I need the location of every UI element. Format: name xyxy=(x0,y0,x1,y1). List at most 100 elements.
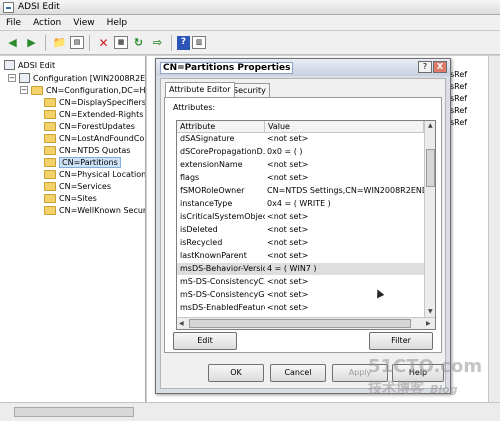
table-row-selected[interactable]: msDS-Behavior-Version 4 = ( WIN7 ) xyxy=(177,263,424,275)
scrollbar-thumb[interactable] xyxy=(189,319,411,328)
table-row[interactable]: isCriticalSystemObject <not set> xyxy=(177,211,424,223)
table-row[interactable]: dSASignature <not set> xyxy=(177,133,424,145)
table-row[interactable]: isRecycled <not set> xyxy=(177,237,424,249)
tree-item-label: CN=Partitions xyxy=(59,156,121,168)
collapse-icon[interactable]: − xyxy=(8,74,16,82)
horizontal-scrollbar[interactable] xyxy=(0,402,500,421)
edit-button[interactable]: Edit xyxy=(173,332,237,350)
folder-icon xyxy=(44,145,56,155)
attribute-name: fSMORoleOwner xyxy=(180,186,245,195)
attributes-header: Attribute Value xyxy=(177,121,424,133)
tree-item-displayspecifiers[interactable]: CN=DisplaySpecifiers xyxy=(44,96,146,108)
menu-view[interactable]: View xyxy=(67,18,100,28)
folder-icon xyxy=(44,109,56,119)
list-item[interactable]: sRef xyxy=(450,70,467,79)
collapse-icon[interactable]: − xyxy=(20,86,28,94)
scroll-left-icon[interactable]: ◀ xyxy=(179,320,184,327)
tree-config[interactable]: − Configuration [WIN2008R2END xyxy=(8,72,146,84)
dialog-close-button[interactable]: X xyxy=(433,61,447,73)
folder-icon xyxy=(44,181,56,191)
attribute-name: flags xyxy=(180,173,200,182)
tree-item-extended-rights[interactable]: CN=Extended-Rights xyxy=(44,108,143,120)
tree-item-label: CN=ForestUpdates xyxy=(59,121,135,131)
table-row[interactable]: dSCorePropagationD... 0x0 = ( ) xyxy=(177,146,424,158)
attribute-name: isRecycled xyxy=(180,238,223,247)
tab-attribute-editor[interactable]: Attribute Editor xyxy=(165,82,235,97)
scrollbar-thumb[interactable] xyxy=(14,407,134,417)
table-row[interactable]: msDS-EnabledFeature <not set> xyxy=(177,302,424,314)
table-row[interactable]: isDeleted <not set> xyxy=(177,224,424,236)
table-row[interactable]: lastKnownParent <not set> xyxy=(177,250,424,262)
scroll-right-icon[interactable]: ▶ xyxy=(426,320,431,327)
table-row[interactable]: instanceType 0x4 = ( WRITE ) xyxy=(177,198,424,210)
forward-arrow-icon[interactable]: ▶ xyxy=(23,34,40,51)
properties-dialog: CN=Partitions Properties ? X Attribute E… xyxy=(155,58,451,394)
scroll-up-icon[interactable]: ▲ xyxy=(428,122,433,129)
dialog-help-button[interactable]: ? xyxy=(418,61,432,73)
details-vertical-scrollbar[interactable] xyxy=(488,56,500,402)
scroll-down-icon[interactable]: ▼ xyxy=(428,308,433,315)
tree-item-sites[interactable]: CN=Sites xyxy=(44,192,97,204)
menubar: File Action View Help xyxy=(0,15,500,31)
menu-action[interactable]: Action xyxy=(27,18,67,28)
attribute-name: mS-DS-ConsistencyG... xyxy=(180,290,265,299)
list-item[interactable]: sRef xyxy=(450,118,467,127)
refresh-icon[interactable]: ↻ xyxy=(130,34,147,51)
list-item[interactable]: sRef xyxy=(450,82,467,91)
attribute-name: msDS-Behavior-Version xyxy=(180,264,265,273)
dialog-titlebar[interactable]: CN=Partitions Properties xyxy=(156,59,450,76)
tree-item-label: CN=Extended-Rights xyxy=(59,109,144,119)
list-item[interactable]: sRef xyxy=(450,106,467,115)
tree-item-services[interactable]: CN=Services xyxy=(44,180,111,192)
attribute-name: instanceType xyxy=(180,199,233,208)
table-row[interactable]: fSMORoleOwner CN=NTDS Settings,CN=WIN2008… xyxy=(177,185,424,197)
tree-item-label: CN=DisplaySpecifiers xyxy=(59,97,146,107)
table-row[interactable]: mS-DS-ConsistencyG... <not set> xyxy=(177,289,424,301)
attributes-vertical-scrollbar[interactable]: ▲ ▼ xyxy=(424,121,435,317)
menu-file[interactable]: File xyxy=(0,18,27,28)
tree-item-physical-locations[interactable]: CN=Physical Locations xyxy=(44,168,146,180)
tree-config-label: Configuration [WIN2008R2END xyxy=(33,73,146,83)
export-list-icon[interactable]: ⇨ xyxy=(149,34,166,51)
table-row[interactable]: mS-DS-ConsistencyC... <not set> xyxy=(177,276,424,288)
show-hide-tree-icon[interactable]: ▤ xyxy=(70,36,84,49)
tree-item-label: CN=Services xyxy=(59,181,112,191)
list-item[interactable]: sRef xyxy=(450,94,467,103)
back-arrow-icon[interactable]: ◀ xyxy=(4,34,21,51)
delete-icon[interactable]: ✕ xyxy=(95,34,112,51)
toolbar-separator xyxy=(89,34,90,51)
help-icon[interactable]: ? xyxy=(177,35,190,50)
column-value[interactable]: Value xyxy=(265,121,424,132)
table-row[interactable]: extensionName <not set> xyxy=(177,159,424,171)
table-row[interactable]: flags <not set> xyxy=(177,172,424,184)
action-pane-icon[interactable]: ▥ xyxy=(192,36,206,49)
attribute-value: 4 = ( WIN7 ) xyxy=(267,264,317,273)
tree-item-forestupdates[interactable]: CN=ForestUpdates xyxy=(44,120,135,132)
folder-icon xyxy=(44,97,56,107)
attributes-horizontal-scrollbar[interactable]: ◀ ▶ xyxy=(177,317,435,329)
watermark-blog: Blog xyxy=(430,383,458,396)
column-attribute[interactable]: Attribute xyxy=(177,121,265,132)
tree-root[interactable]: ADSI Edit xyxy=(4,59,55,71)
up-folder-icon[interactable]: 📁 xyxy=(51,34,68,51)
cancel-button[interactable]: Cancel xyxy=(270,364,326,382)
attribute-name: dSCorePropagationD... xyxy=(180,147,265,156)
properties-icon[interactable]: ▦ xyxy=(114,36,128,49)
tree-configdc[interactable]: − CN=Configuration,DC=HBY xyxy=(20,84,145,96)
tree-item-ntds-quotas[interactable]: CN=NTDS Quotas xyxy=(44,144,130,156)
filter-button[interactable]: Filter xyxy=(369,332,433,350)
ok-button[interactable]: OK xyxy=(208,364,264,382)
folder-icon xyxy=(44,169,56,179)
dialog-body: Attribute Editor Security Attributes: At… xyxy=(160,78,446,389)
watermark-site: 51CTO.com xyxy=(368,356,483,377)
tree-item-wellknown[interactable]: CN=WellKnown Securit xyxy=(44,204,145,216)
attribute-name: isCriticalSystemObject xyxy=(180,212,265,221)
tree-root-label: ADSI Edit xyxy=(18,60,56,70)
scrollbar-thumb[interactable] xyxy=(426,149,435,187)
tree-item-partitions[interactable]: CN=Partitions xyxy=(44,156,121,168)
tree-item-lostandfound[interactable]: CN=LostAndFoundCon xyxy=(44,132,145,144)
menu-help[interactable]: Help xyxy=(101,18,134,28)
tab-security[interactable]: Security xyxy=(229,83,270,97)
tree-item-label: CN=Physical Locations xyxy=(59,169,146,179)
site-watermark: 51CTO.com 技术博客 Blog xyxy=(368,356,494,400)
